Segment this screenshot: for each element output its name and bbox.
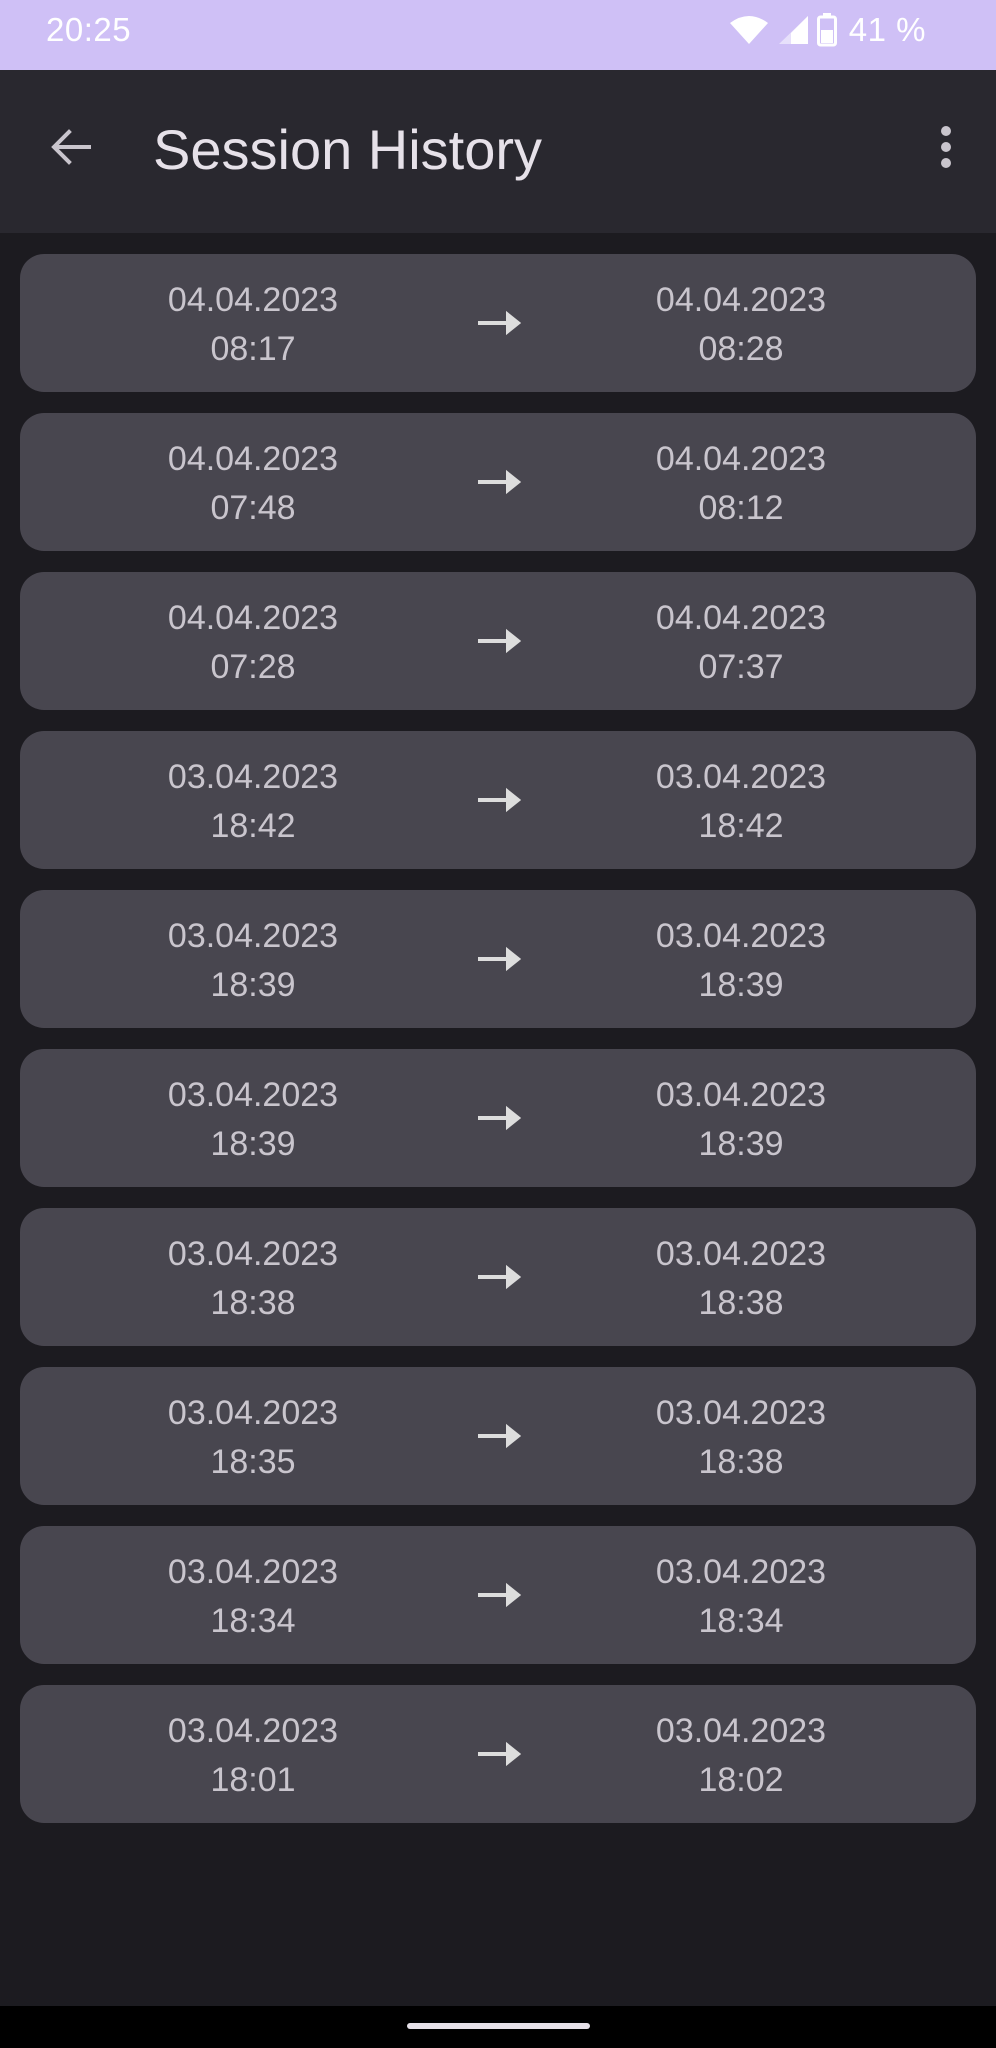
end-date: 03.04.2023 <box>655 917 827 955</box>
end-date: 03.04.2023 <box>655 1553 827 1591</box>
end-time: 18:39 <box>698 966 784 1004</box>
start-time: 18:01 <box>210 1761 296 1799</box>
arrow-right-icon <box>477 308 522 338</box>
session-end: 03.04.2023 18:39 <box>621 1071 861 1169</box>
session-start: 04.04.2023 07:28 <box>133 594 373 692</box>
session-card[interactable]: 04.04.2023 07:28 04.04.2023 07:37 <box>20 572 976 710</box>
end-time: 18:39 <box>698 1125 784 1163</box>
session-start: 04.04.2023 08:17 <box>133 276 373 374</box>
start-date: 03.04.2023 <box>167 1235 339 1273</box>
session-start: 03.04.2023 18:35 <box>133 1389 373 1487</box>
page-title: Session History <box>153 118 543 181</box>
session-card[interactable]: 03.04.2023 18:35 03.04.2023 18:38 <box>20 1367 976 1505</box>
gesture-nav-bar <box>0 2006 996 2048</box>
session-card[interactable]: 04.04.2023 07:48 04.04.2023 08:12 <box>20 413 976 551</box>
session-list: 04.04.2023 08:17 04.04.2023 08:28 04.04.… <box>20 254 976 1844</box>
end-time: 18:38 <box>698 1443 784 1481</box>
start-date: 04.04.2023 <box>167 599 339 637</box>
cell-signal-icon <box>777 15 809 45</box>
start-time: 18:38 <box>210 1284 296 1322</box>
session-start: 04.04.2023 07:48 <box>133 435 373 533</box>
session-card[interactable]: 04.04.2023 08:17 04.04.2023 08:28 <box>20 254 976 392</box>
end-date: 04.04.2023 <box>655 440 827 478</box>
start-date: 03.04.2023 <box>167 1394 339 1432</box>
session-end: 03.04.2023 18:02 <box>621 1707 861 1805</box>
end-time: 18:02 <box>698 1761 784 1799</box>
session-start: 03.04.2023 18:01 <box>133 1707 373 1805</box>
battery-percentage: 41 % <box>848 11 926 48</box>
session-start: 03.04.2023 18:39 <box>133 912 373 1010</box>
start-date: 03.04.2023 <box>167 1076 339 1114</box>
session-card[interactable]: 03.04.2023 18:01 03.04.2023 18:02 <box>20 1685 976 1823</box>
end-date: 03.04.2023 <box>655 758 827 796</box>
end-time: 07:37 <box>698 648 784 686</box>
start-date: 04.04.2023 <box>167 281 339 319</box>
start-time: 18:42 <box>210 807 296 845</box>
start-date: 03.04.2023 <box>167 1712 339 1750</box>
end-date: 03.04.2023 <box>655 1235 827 1273</box>
session-card[interactable]: 03.04.2023 18:38 03.04.2023 18:38 <box>20 1208 976 1346</box>
arrow-right-icon <box>477 944 522 974</box>
session-start: 03.04.2023 18:34 <box>133 1548 373 1646</box>
start-time: 07:28 <box>210 648 296 686</box>
session-end: 04.04.2023 08:12 <box>621 435 861 533</box>
start-time: 07:48 <box>210 489 296 527</box>
session-end: 04.04.2023 08:28 <box>621 276 861 374</box>
arrow-right-icon <box>477 1421 522 1451</box>
home-gesture-handle[interactable] <box>407 2023 590 2029</box>
end-date: 03.04.2023 <box>655 1076 827 1114</box>
status-time: 20:25 <box>46 11 132 48</box>
arrow-right-icon <box>477 1580 522 1610</box>
arrow-right-icon <box>477 1103 522 1133</box>
session-end: 03.04.2023 18:38 <box>621 1230 861 1328</box>
more-vert-icon <box>940 125 952 174</box>
battery-icon <box>816 13 837 47</box>
start-time: 18:35 <box>210 1443 296 1481</box>
start-date: 03.04.2023 <box>167 917 339 955</box>
start-date: 04.04.2023 <box>167 440 339 478</box>
arrow-right-icon <box>477 785 522 815</box>
arrow-back-icon <box>49 125 93 174</box>
start-time: 18:39 <box>210 1125 296 1163</box>
session-start: 03.04.2023 18:42 <box>133 753 373 851</box>
session-card[interactable]: 03.04.2023 18:34 03.04.2023 18:34 <box>20 1526 976 1664</box>
end-date: 04.04.2023 <box>655 599 827 637</box>
session-end: 03.04.2023 18:42 <box>621 753 861 851</box>
session-end: 03.04.2023 18:38 <box>621 1389 861 1487</box>
end-date: 03.04.2023 <box>655 1394 827 1432</box>
start-date: 03.04.2023 <box>167 758 339 796</box>
wifi-icon <box>729 15 769 45</box>
end-date: 03.04.2023 <box>655 1712 827 1750</box>
session-card[interactable]: 03.04.2023 18:39 03.04.2023 18:39 <box>20 1049 976 1187</box>
end-time: 18:42 <box>698 807 784 845</box>
arrow-right-icon <box>477 1739 522 1769</box>
session-start: 03.04.2023 18:38 <box>133 1230 373 1328</box>
end-time: 08:28 <box>698 330 784 368</box>
end-time: 18:38 <box>698 1284 784 1322</box>
status-bar: 20:25 41 % <box>0 0 996 70</box>
back-button[interactable] <box>38 116 104 182</box>
app-bar: Session History <box>0 70 996 233</box>
session-start: 03.04.2023 18:39 <box>133 1071 373 1169</box>
start-date: 03.04.2023 <box>167 1553 339 1591</box>
start-time: 18:39 <box>210 966 296 1004</box>
arrow-right-icon <box>477 626 522 656</box>
session-card[interactable]: 03.04.2023 18:42 03.04.2023 18:42 <box>20 731 976 869</box>
session-end: 03.04.2023 18:34 <box>621 1548 861 1646</box>
arrow-right-icon <box>477 467 522 497</box>
arrow-right-icon <box>477 1262 522 1292</box>
status-icons: 41 % <box>729 12 926 48</box>
start-time: 18:34 <box>210 1602 296 1640</box>
end-date: 04.04.2023 <box>655 281 827 319</box>
start-time: 08:17 <box>210 330 296 368</box>
session-end: 04.04.2023 07:37 <box>621 594 861 692</box>
overflow-menu-button[interactable] <box>916 116 976 182</box>
session-end: 03.04.2023 18:39 <box>621 912 861 1010</box>
session-card[interactable]: 03.04.2023 18:39 03.04.2023 18:39 <box>20 890 976 1028</box>
end-time: 08:12 <box>698 489 784 527</box>
end-time: 18:34 <box>698 1602 784 1640</box>
